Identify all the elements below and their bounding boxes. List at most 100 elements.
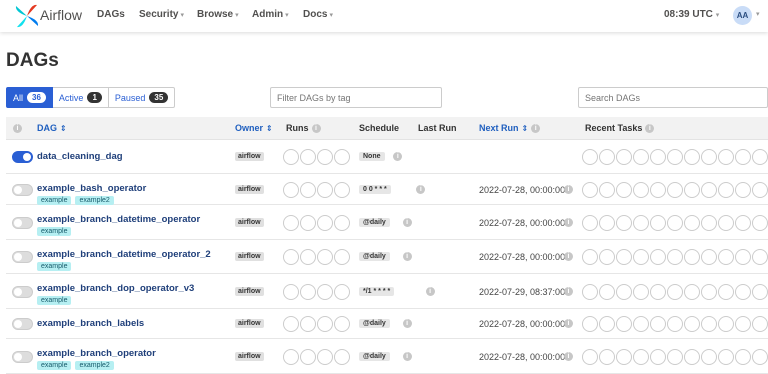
task-status-circle[interactable] [718,249,734,265]
info-icon[interactable]: i [645,124,655,134]
run-status-circle[interactable] [300,316,316,332]
task-status-circle[interactable] [718,316,734,332]
task-status-circle[interactable] [582,316,598,332]
task-status-circle[interactable] [684,316,700,332]
run-status-circle[interactable] [334,316,350,332]
timezone-clock[interactable]: 08:39 UTC ▾ [664,9,719,20]
dag-tag[interactable]: example [37,196,72,205]
filter-all-button[interactable]: All 36 [6,87,53,108]
dag-tag[interactable]: example [37,262,72,271]
info-icon[interactable]: i [564,286,573,296]
info-icon[interactable]: i [531,124,541,134]
run-status-circle[interactable] [334,348,350,365]
task-status-circle[interactable] [752,249,768,265]
info-icon[interactable]: i [564,252,573,261]
task-status-circle[interactable] [616,348,632,365]
run-status-circle[interactable] [300,181,316,198]
nav-admin[interactable]: Admin ▾ [252,9,289,20]
task-status-circle[interactable] [650,214,666,231]
task-status-circle[interactable] [599,181,615,198]
task-status-circle[interactable] [599,348,615,365]
task-status-circle[interactable] [752,149,768,165]
task-status-circle[interactable] [667,214,683,231]
run-status-circle[interactable] [283,348,299,365]
run-status-circle[interactable] [283,149,299,165]
task-status-circle[interactable] [752,283,768,300]
header-dag[interactable]: DAG ⇕ [37,123,67,133]
nav-security[interactable]: Security ▾ [139,9,184,20]
run-status-circle[interactable] [334,214,350,231]
run-status-circle[interactable] [317,214,333,231]
user-avatar[interactable]: AA [733,6,752,25]
dag-tag[interactable]: example [37,296,72,305]
task-status-circle[interactable] [650,283,666,300]
task-status-circle[interactable] [650,316,666,332]
nav-docs[interactable]: Docs ▾ [303,9,333,20]
task-status-circle[interactable] [582,249,598,265]
info-icon[interactable]: i [564,319,573,328]
task-status-circle[interactable] [718,283,734,300]
run-status-circle[interactable] [300,149,316,165]
task-status-circle[interactable] [667,181,683,198]
run-status-circle[interactable] [334,181,350,198]
task-status-circle[interactable] [735,181,751,198]
dag-tag[interactable]: example [37,227,72,236]
task-status-circle[interactable] [752,348,768,365]
info-icon[interactable]: i [13,123,22,134]
header-next-run[interactable]: Next Run ⇕ i [479,123,541,134]
filter-paused-button[interactable]: Paused 35 [107,87,176,108]
task-status-circle[interactable] [752,316,768,332]
task-status-circle[interactable] [701,283,717,300]
task-status-circle[interactable] [701,214,717,231]
info-icon[interactable]: i [402,319,412,328]
task-status-circle[interactable] [616,249,632,265]
info-icon[interactable]: i [564,351,573,361]
info-icon[interactable]: i [402,252,412,261]
task-status-circle[interactable] [667,348,683,365]
info-icon[interactable]: i [393,152,403,161]
task-status-circle[interactable] [633,316,649,332]
task-status-circle[interactable] [718,149,734,165]
task-status-circle[interactable] [599,149,615,165]
task-status-circle[interactable] [633,214,649,231]
task-status-circle[interactable] [633,283,649,300]
brand-name[interactable]: Airflow [40,7,82,23]
run-status-circle[interactable] [300,283,316,300]
dag-pause-toggle[interactable] [12,350,33,363]
task-status-circle[interactable] [616,181,632,198]
run-status-circle[interactable] [283,316,299,332]
dag-name-link[interactable]: example_branch_datetime_operator [37,214,200,225]
dag-name-link[interactable]: example_bash_operator [37,183,146,194]
task-status-circle[interactable] [633,348,649,365]
info-icon[interactable]: i [425,286,435,296]
task-status-circle[interactable] [735,348,751,365]
dag-name-link[interactable]: example_branch_operator [37,348,156,359]
task-status-circle[interactable] [752,214,768,231]
task-status-circle[interactable] [616,316,632,332]
task-status-circle[interactable] [684,181,700,198]
task-status-circle[interactable] [582,214,598,231]
task-status-circle[interactable] [650,249,666,265]
task-status-circle[interactable] [667,316,683,332]
dag-pause-toggle[interactable] [12,183,33,196]
dag-tag[interactable]: example [37,361,72,370]
task-status-circle[interactable] [735,283,751,300]
run-status-circle[interactable] [283,249,299,265]
info-icon[interactable]: i [311,124,321,134]
task-status-circle[interactable] [582,181,598,198]
task-status-circle[interactable] [650,348,666,365]
info-icon[interactable]: i [564,217,573,227]
task-status-circle[interactable] [582,149,598,165]
task-status-circle[interactable] [633,181,649,198]
dag-pause-toggle[interactable] [12,151,33,163]
tag-filter-input[interactable] [270,87,442,108]
task-status-circle[interactable] [582,348,598,365]
dag-search-input[interactable] [578,87,768,108]
task-status-circle[interactable] [582,283,598,300]
run-status-circle[interactable] [283,214,299,231]
task-status-circle[interactable] [701,316,717,332]
task-status-circle[interactable] [718,214,734,231]
dag-name-link[interactable]: example_branch_dop_operator_v3 [37,283,194,294]
dag-name-link[interactable]: example_branch_datetime_operator_2 [37,249,211,260]
run-status-circle[interactable] [317,316,333,332]
